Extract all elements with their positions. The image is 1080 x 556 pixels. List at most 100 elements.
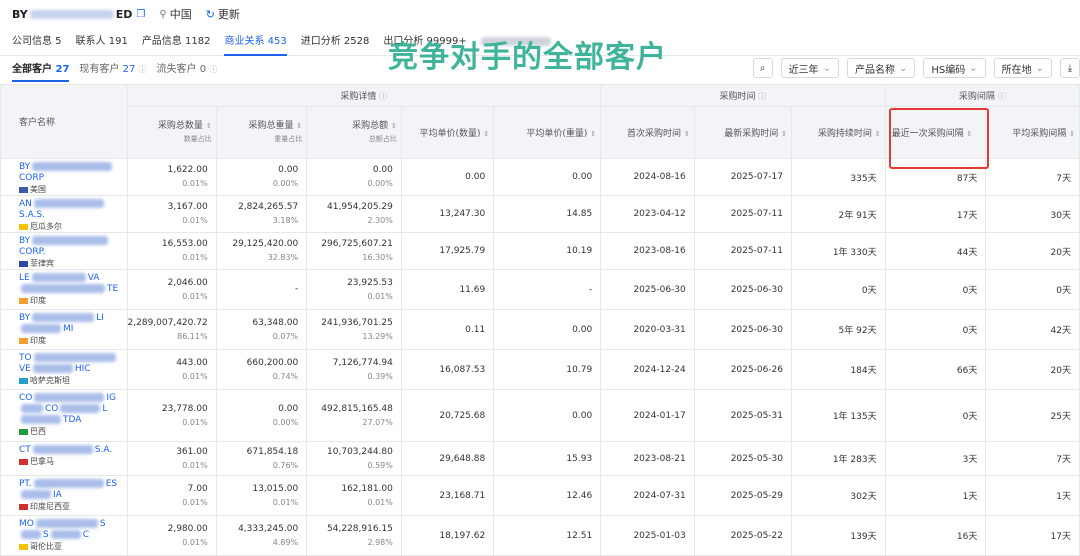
location-select[interactable]: 所在地 ⌄ — [993, 58, 1052, 78]
country: 美国 — [19, 184, 123, 195]
subtab-all-customers[interactable]: 全部客户 27 — [12, 58, 70, 82]
cell-last-interval: 16天 — [884, 515, 987, 556]
sort-icon: ⇕ — [874, 130, 881, 138]
country-label: 美国 — [30, 185, 46, 194]
country-label: 印度 — [30, 336, 46, 345]
cell-percentage: 0.01% — [182, 291, 208, 301]
search-button[interactable]: ⌕ — [752, 58, 773, 78]
tab-products[interactable]: 产品信息 1182 — [142, 28, 211, 56]
cell-value: 361.00 — [176, 446, 208, 457]
cell-avg-interval: 17天 — [985, 515, 1080, 556]
cell-unit-weight: 10.79 — [493, 349, 602, 390]
time-range-select[interactable]: 近三年 ⌄ — [780, 58, 839, 78]
cell-weight: 2,824,265.57 3.18% — [215, 195, 308, 233]
export-button[interactable]: ⤓ — [1060, 58, 1080, 78]
col-amount[interactable]: 采购总额 ⇕ 总额占比 — [306, 106, 402, 159]
cell-weight: 671,854.18 0.76% — [215, 441, 308, 476]
customer-name-part: CORP — [19, 173, 45, 183]
cell-avg-interval: 7天 — [985, 158, 1080, 196]
company-header: BY ED ❐ ⚲ 中国 ↻ 更新 — [0, 0, 1080, 28]
table-row[interactable]: ANS.A.S. 厄瓜多尔 3,167.00 0.01% 2,824,265.57 3.1… — [0, 195, 1080, 233]
customer-name-part: CO — [45, 404, 59, 414]
tab-import-analysis[interactable]: 进口分析 2528 — [301, 28, 370, 56]
cell-percentage: 86.11% — [177, 331, 208, 341]
table-row[interactable]: TOVE HIC 哈萨克斯坦 443.00 0.01% 660,200.00 0.74% 7,… — [0, 349, 1080, 390]
cell-latest: 2025-05-30 — [693, 441, 793, 476]
col-duration[interactable]: 采购持续时间 ⇕ — [791, 106, 886, 159]
col-latest-purchase[interactable]: 最新采购时间 ⇕ — [693, 106, 793, 159]
cell-qty: 16,553.00 0.01% — [126, 232, 217, 270]
redacted-name — [34, 393, 105, 402]
customer-name-part: IG — [106, 393, 117, 403]
hs-code-label: HS编码 — [931, 64, 966, 76]
tab-contacts[interactable]: 联系人 191 — [76, 28, 128, 56]
copy-icon[interactable]: ❐ — [136, 9, 145, 20]
flag-icon — [19, 260, 28, 267]
customer-name-link[interactable]: BY LI MI — [19, 313, 123, 335]
customer-name-part: VA — [87, 273, 100, 283]
cell-avg-interval: 0天 — [985, 269, 1080, 310]
cell-unit-qty: 17,925.79 — [400, 232, 495, 270]
customer-name-link[interactable]: PT. ES IA — [19, 479, 123, 501]
location-select-label: 所在地 — [1001, 64, 1032, 76]
subtab-current-customers[interactable]: 现有客户 27 ⓘ — [79, 58, 146, 82]
redacted-name — [32, 445, 93, 454]
customer-cell: TOVE HIC 哈萨克斯坦 — [0, 349, 128, 390]
cell-amount: 54,228,916.15 2.98% — [306, 515, 402, 556]
subtab-lost-customers[interactable]: 流失客户 0 ⓘ — [157, 58, 218, 82]
location-pin-icon: ⚲ — [159, 8, 167, 20]
customer-name-link[interactable]: BYCORP — [19, 162, 123, 184]
customer-name-link[interactable]: ANS.A.S. — [19, 199, 123, 221]
cell-first: 2024-08-16 — [600, 158, 695, 196]
customer-name-part: MI — [63, 324, 74, 334]
cell-latest: 2025-06-30 — [693, 309, 793, 350]
customer-name-link[interactable]: CT S.A. — [19, 445, 123, 456]
table-row[interactable]: LE VA TE 印度 2,046.00 0.01% - 23,925.53 0.01% 11.6… — [0, 269, 1080, 310]
tab-business-relations[interactable]: 商业关系 453 — [224, 28, 287, 56]
table-row[interactable]: PT. ESIA 印度尼西亚 7.00 0.01% 13,015.00 0.01% 162,1… — [0, 475, 1080, 516]
table-row[interactable]: BY LI MI 印度 2,289,007,420.72 86.11% 63,348.00 0… — [0, 309, 1080, 350]
customer-name-link[interactable]: LE VA TE — [19, 273, 123, 295]
table-row[interactable]: MO SS C 哥伦比亚 2,980.00 0.01% 4,333,245.00 4.89% 5… — [0, 515, 1080, 556]
col-first-purchase[interactable]: 首次采购时间 ⇕ — [600, 106, 695, 159]
customer-name-part: CO — [19, 393, 33, 403]
cell-amount: 241,936,701.25 13.29% — [306, 309, 402, 350]
customer-name-link[interactable]: BYCORP. — [19, 236, 123, 258]
cell-percentage: 0.07% — [272, 331, 299, 341]
cell-duration: 5年 92天 — [791, 309, 886, 350]
info-icon: ⓘ — [209, 65, 218, 74]
customer-name-link[interactable]: MO SS C — [19, 519, 123, 541]
cell-qty: 1,622.00 0.01% — [126, 158, 217, 196]
cell-last-interval: 0天 — [884, 389, 987, 442]
cell-last-interval: 0天 — [884, 269, 987, 310]
cell-first: 2025-01-03 — [600, 515, 695, 556]
col-avg-interval[interactable]: 平均采购间隔 ⇕ — [985, 106, 1080, 159]
col-unit-price-weight[interactable]: 平均单价(重量) ⇕ — [493, 106, 602, 159]
cell-unit-qty: 18,197.62 — [400, 515, 495, 556]
refresh-button[interactable]: ↻ 更新 — [206, 6, 240, 22]
customer-name-link[interactable]: CO IG CO L TDA — [19, 393, 123, 426]
col-first-label: 首次采购时间 — [627, 129, 682, 139]
cell-duration: 0天 — [791, 269, 886, 310]
tab-company-info[interactable]: 公司信息 5 — [12, 28, 62, 56]
country: 印度 — [19, 335, 123, 346]
time-range-label: 近三年 — [788, 64, 819, 76]
redacted-name — [32, 313, 95, 322]
location: ⚲ 中国 — [159, 6, 191, 22]
customer-name-link[interactable]: TOVE HIC — [19, 353, 123, 375]
location-label: 中国 — [169, 8, 192, 21]
table-row[interactable]: BYCORP. 菲律宾 16,553.00 0.01% 29,125,420.00 32.… — [0, 232, 1080, 270]
company-name-suffix: ED — [115, 7, 133, 21]
table-row[interactable]: CO IG CO L TDA 巴西 23,778.00 0.01% 0.00 0.00% 492,8… — [0, 389, 1080, 442]
cell-value: 2,046.00 — [167, 277, 208, 288]
table-row[interactable]: CT S.A. 巴拿马 361.00 0.01% 671,854.18 0.76% 10,70… — [0, 441, 1080, 476]
cell-qty: 2,046.00 0.01% — [126, 269, 217, 310]
hs-code-select[interactable]: HS编码 ⌄ — [923, 58, 986, 78]
col-unit-price-qty[interactable]: 平均单价(数量) ⇕ — [400, 106, 495, 159]
product-name-select[interactable]: 产品名称 ⌄ — [846, 58, 916, 78]
col-qty[interactable]: 采购总数量 ⇕ 数量占比 — [126, 106, 217, 159]
flag-icon — [19, 297, 28, 304]
col-weight[interactable]: 采购总重量 ⇕ 重量占比 — [215, 106, 308, 159]
subtab-all-label: 全部客户 — [12, 64, 52, 75]
customer-name-part: ES — [105, 479, 118, 489]
